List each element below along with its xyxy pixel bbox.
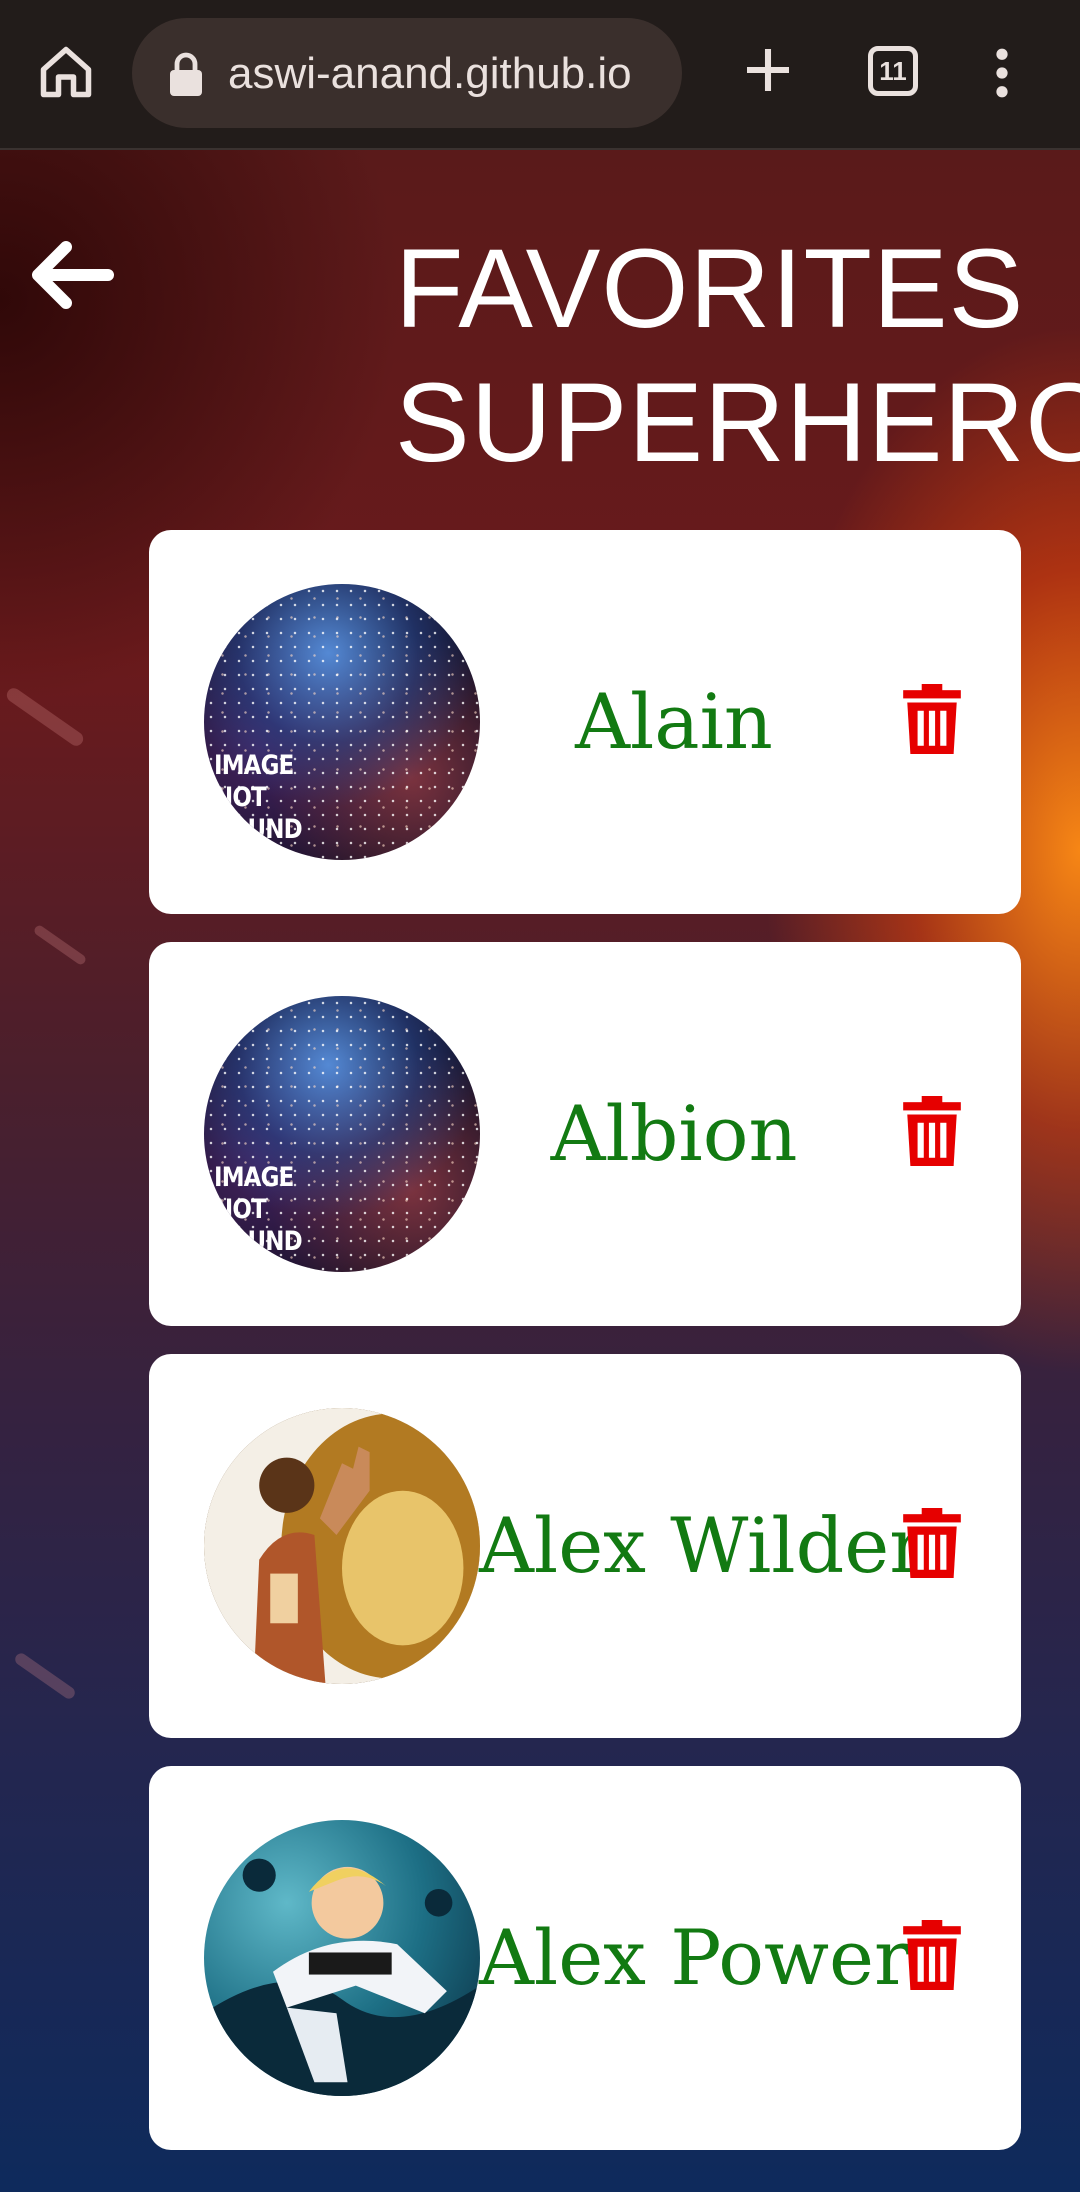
title-line-1: FAVORITES <box>395 226 1025 351</box>
hero-name[interactable]: Alex Wilder <box>479 1354 926 1738</box>
page-title: FAVORITES SUPERHERO <box>395 222 1080 490</box>
url-text: aswi-anand.github.io <box>228 49 632 98</box>
hero-portrait-image <box>204 1408 480 1684</box>
background-decoration <box>4 685 86 749</box>
hero-avatar: IMAGE NOT FOUND <box>204 584 480 860</box>
lock-icon <box>170 52 202 96</box>
more-vert-icon[interactable] <box>990 48 1014 98</box>
hero-name[interactable]: Alex Power <box>479 1766 910 2150</box>
home-icon[interactable] <box>36 42 96 102</box>
placeholder-line: IMAGE <box>214 750 294 781</box>
placeholder-line: IMAGE <box>214 1162 294 1193</box>
trash-icon[interactable] <box>903 1508 961 1578</box>
background-decoration <box>12 1651 78 1701</box>
favorite-card: IMAGE NOT FOUND Alain <box>149 530 1021 914</box>
trash-icon[interactable] <box>903 1096 961 1166</box>
plus-icon[interactable] <box>740 42 796 98</box>
address-bar[interactable]: aswi-anand.github.io <box>132 18 682 128</box>
arrow-left-icon[interactable] <box>30 240 114 310</box>
favorite-card: Alex Power <box>149 1766 1021 2150</box>
placeholder-line: FOUND <box>214 1226 303 1257</box>
favorite-card: Alex Wilder <box>149 1354 1021 1738</box>
hero-name[interactable]: Alain <box>479 530 869 914</box>
tab-switcher-button[interactable]: 11 <box>868 46 918 96</box>
hero-avatar: IMAGE NOT FOUND <box>204 996 480 1272</box>
image-not-found-text: IMAGE NOT FOUND <box>214 1162 303 1258</box>
hero-name[interactable]: Albion <box>479 942 869 1326</box>
favorites-page: FAVORITES SUPERHERO IMAGE NOT FOUND Alai… <box>0 150 1080 2192</box>
hero-avatar <box>204 1820 480 2096</box>
trash-icon[interactable] <box>903 1920 961 1990</box>
title-line-2: SUPERHERO <box>395 360 1080 485</box>
placeholder-line: FOUND <box>214 814 303 845</box>
favorite-card: IMAGE NOT FOUND Albion <box>149 942 1021 1326</box>
background-decoration <box>32 923 88 967</box>
placeholder-line: NOT <box>214 1194 267 1225</box>
hero-avatar <box>204 1408 480 1684</box>
hero-portrait-image <box>204 1858 480 2096</box>
browser-toolbar: aswi-anand.github.io 11 <box>0 0 1080 150</box>
trash-icon[interactable] <box>903 684 961 754</box>
image-not-found-text: IMAGE NOT FOUND <box>214 750 303 846</box>
placeholder-line: NOT <box>214 782 267 813</box>
